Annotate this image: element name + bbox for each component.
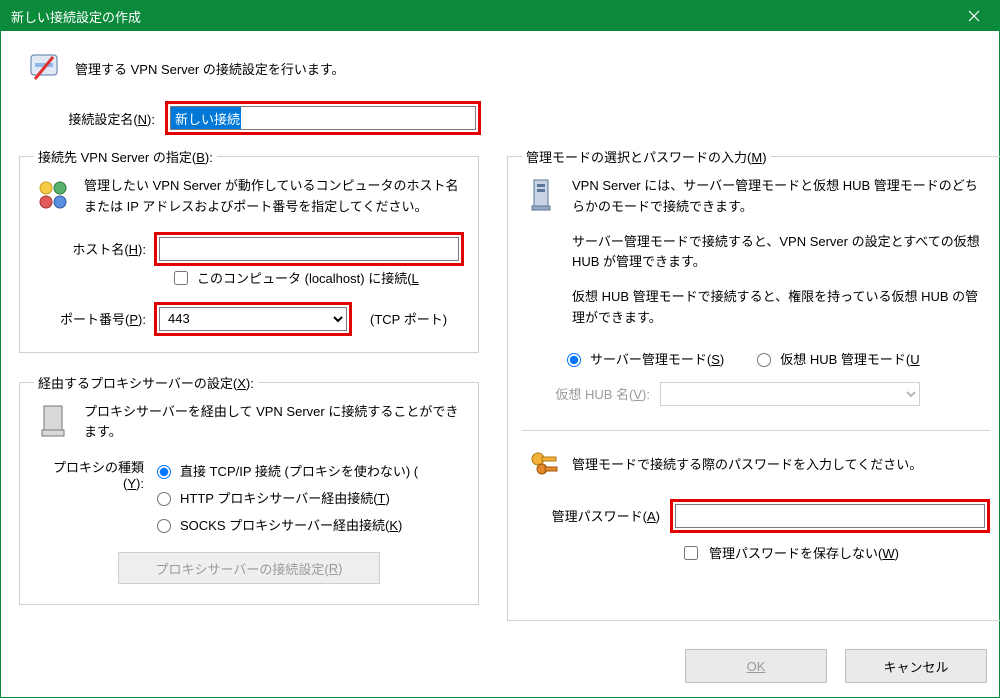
mode-desc-2: サーバー管理モードで接続すると、VPN Server の設定とすべての仮想 HU… <box>572 232 990 274</box>
port-highlight: 443 <box>154 302 352 336</box>
keys-icon <box>528 447 562 481</box>
network-icon <box>34 176 72 214</box>
server-connection-icon <box>25 49 63 87</box>
setting-name-highlight <box>165 101 481 135</box>
localhost-label: このコンピュータ (localhost) に接続(L <box>197 268 419 287</box>
host-label: ホスト名(H): <box>34 239 146 258</box>
mode-radio-hub[interactable]: 仮想 HUB 管理モード(U <box>752 349 919 368</box>
proxy-radio-http[interactable]: HTTP プロキシサーバー経由接続(T) <box>152 488 418 507</box>
mode-radio-server[interactable]: サーバー管理モード(S) <box>562 349 724 368</box>
host-input[interactable] <box>159 237 459 261</box>
port-label: ポート番号(P): <box>34 309 146 328</box>
password-highlight <box>670 499 990 533</box>
ok-button[interactable]: OK <box>685 649 827 683</box>
destination-desc: 管理したい VPN Server が動作しているコンピュータのホスト名または I… <box>84 176 464 218</box>
hub-name-label: 仮想 HUB 名(V): <box>530 384 650 403</box>
hub-name-select <box>660 382 920 406</box>
setting-name-input[interactable] <box>170 106 476 130</box>
cancel-button[interactable]: キャンセル <box>845 649 987 683</box>
password-input[interactable] <box>675 504 985 528</box>
password-label: 管理パスワード(A) <box>530 506 660 525</box>
proxy-radio-socks[interactable]: SOCKS プロキシサーバー経由接続(K) <box>152 515 418 534</box>
destination-group: 接続先 VPN Server の指定(B): 管理したい VPN Server … <box>19 147 479 353</box>
host-highlight <box>154 232 464 266</box>
port-select[interactable]: 443 <box>159 307 347 331</box>
server-tower-icon <box>522 176 560 214</box>
intro-text: 管理する VPN Server の接続設定を行います。 <box>75 59 345 78</box>
window-title: 新しい接続設定の作成 <box>11 7 949 26</box>
mode-group: 管理モードの選択とパスワードの入力(M) VPN Server には、サーバー管… <box>507 147 1000 621</box>
password-intro: 管理モードで接続する際のパスワードを入力してください。 <box>572 454 922 473</box>
proxy-type-label: プロキシの種類(Y): <box>34 457 144 491</box>
titlebar: 新しい接続設定の作成 <box>1 1 999 31</box>
mode-desc-1: VPN Server には、サーバー管理モードと仮想 HUB 管理モードのどちら… <box>572 176 990 218</box>
proxy-group: 経由するプロキシサーバーの設定(X): プロキシサーバーを経由して VPN Se… <box>19 373 479 606</box>
close-button[interactable] <box>949 1 999 31</box>
proxy-desc: プロキシサーバーを経由して VPN Server に接続することができます。 <box>84 402 464 444</box>
proxy-radio-direct[interactable]: 直接 TCP/IP 接続 (プロキシを使わない) ( <box>152 461 418 480</box>
proxy-legend: 経由するプロキシサーバーの設定(X): <box>34 373 258 392</box>
proxy-server-icon <box>34 402 72 440</box>
setting-name-label: 接続設定名(N): <box>43 109 155 128</box>
proxy-settings-button: プロキシサーバーの接続設定(R) <box>118 552 380 584</box>
mode-desc-3: 仮想 HUB 管理モードで接続すると、権限を持っている仮想 HUB の管理ができ… <box>572 287 990 329</box>
separator <box>522 430 990 431</box>
localhost-checkbox[interactable] <box>174 271 188 285</box>
tcp-port-note: (TCP ポート) <box>370 309 447 328</box>
save-password-checkbox[interactable] <box>684 546 698 560</box>
destination-legend: 接続先 VPN Server の指定(B): <box>34 147 217 166</box>
mode-legend: 管理モードの選択とパスワードの入力(M) <box>522 147 771 166</box>
save-password-label: 管理パスワードを保存しない(W) <box>709 543 899 562</box>
